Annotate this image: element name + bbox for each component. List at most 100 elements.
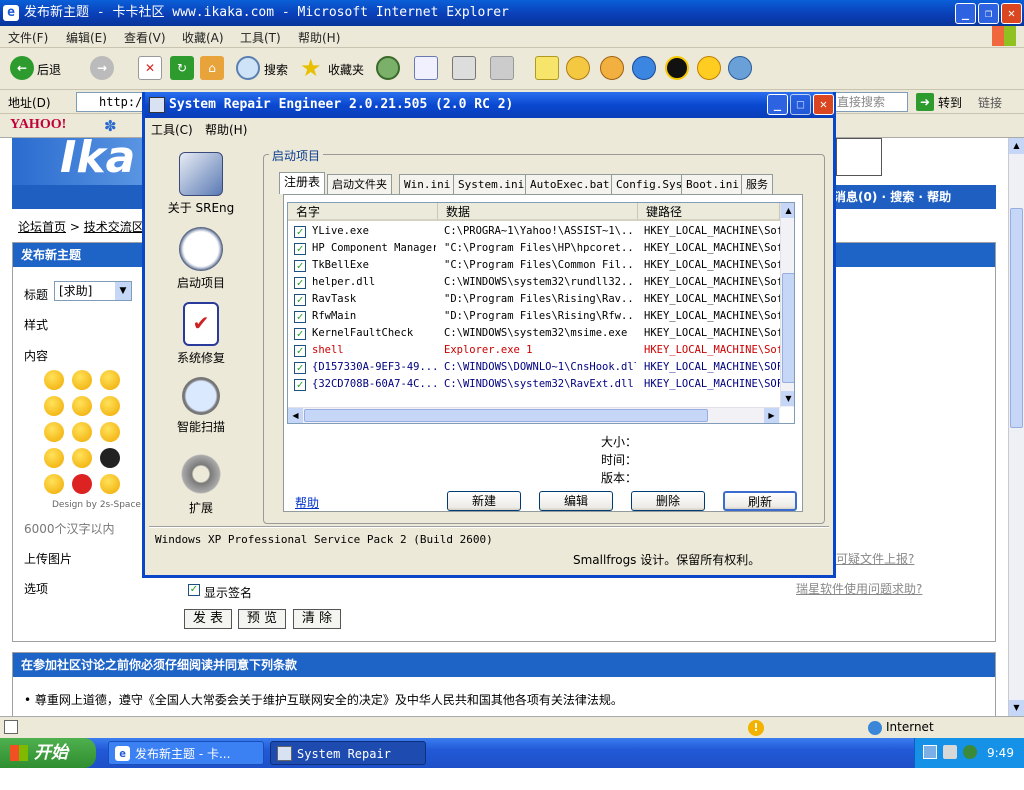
list-row[interactable]: ✓ shell Explorer.exe 1 HKEY_LOCAL_MACHINE\S… xyxy=(288,342,780,359)
row-checkbox[interactable]: ✓ xyxy=(294,243,306,255)
menu-file[interactable]: 文件(F) xyxy=(8,29,48,46)
penguin-icon[interactable] xyxy=(665,56,689,80)
smiley-icon[interactable] xyxy=(100,370,120,390)
tab-win-ini[interactable]: Win.ini xyxy=(399,174,456,194)
smiley-icon[interactable] xyxy=(44,474,64,494)
row-checkbox[interactable]: ✓ xyxy=(294,328,306,340)
address-input[interactable]: http:// xyxy=(76,92,150,112)
clock[interactable]: 9:49 xyxy=(987,738,1014,768)
search-icon[interactable] xyxy=(236,56,260,80)
minimize-icon[interactable]: _ xyxy=(955,3,976,24)
back-label[interactable]: 后退 xyxy=(37,61,61,78)
smiley-icon[interactable] xyxy=(100,474,120,494)
ie-title-bar[interactable]: e 发布新主题 - 卡卡社区 www.ikaka.com - Microsoft… xyxy=(0,0,1024,26)
smiley-icon[interactable] xyxy=(697,56,721,80)
list-hscroll-thumb[interactable] xyxy=(304,409,708,422)
smiley-icon[interactable] xyxy=(72,422,92,442)
smiley-icon[interactable] xyxy=(100,396,120,416)
sre-minimize-icon[interactable]: _ xyxy=(767,94,788,115)
snowflake-icon[interactable]: ✽ xyxy=(104,117,117,135)
site-nav-links[interactable]: 消息(0) · 搜索 · 帮助 xyxy=(834,185,951,209)
sidebar-item-about[interactable]: 关于 SREng xyxy=(165,152,237,216)
list-row[interactable]: ✓ {D157330A-9EF3-49... C:\WINDOWS\DOWNLO~1… xyxy=(288,359,780,376)
chevron-down-icon[interactable]: ▼ xyxy=(115,282,131,300)
row-checkbox[interactable]: ✓ xyxy=(294,379,306,391)
taskbar-ie-task[interactable]: e 发布新主题 - 卡... xyxy=(108,741,264,765)
row-checkbox[interactable]: ✓ xyxy=(294,260,306,272)
smiley-icon[interactable] xyxy=(44,422,64,442)
back-arrow-icon[interactable]: ← xyxy=(10,56,34,80)
home-icon[interactable]: ⌂ xyxy=(200,56,224,80)
favorites-star-icon[interactable]: ★ xyxy=(300,56,324,80)
show-signature-label[interactable]: 显示签名 xyxy=(204,584,252,601)
preview-button[interactable]: 预 览 xyxy=(238,609,286,629)
list-row[interactable]: ✓ {32CD708B-60A7-4C... C:\WINDOWS\system32… xyxy=(288,376,780,393)
sidebar-item-startup[interactable]: 启动项目 xyxy=(165,227,237,291)
clear-button[interactable]: 清 除 xyxy=(293,609,341,629)
edit-page-icon[interactable] xyxy=(490,56,514,80)
smiley-icon[interactable] xyxy=(44,370,64,390)
list-hscroll[interactable]: ◀ ▶ xyxy=(288,407,780,423)
favorites-label[interactable]: 收藏夹 xyxy=(328,61,364,78)
row-checkbox[interactable]: ✓ xyxy=(294,294,306,306)
tab-system-ini[interactable]: System.ini xyxy=(453,174,530,194)
menu-tools[interactable]: 工具(T) xyxy=(240,29,281,46)
go-arrow-icon[interactable]: ➜ xyxy=(916,93,934,111)
sre-close-icon[interactable]: ✕ xyxy=(813,94,834,115)
breadcrumb-tech[interactable]: 技术交流区 xyxy=(84,220,144,234)
restore-icon[interactable]: ❐ xyxy=(978,3,999,24)
smiley-icon[interactable] xyxy=(44,448,64,468)
list-row[interactable]: ✓ TkBellExe "C:\Program Files\Common Fil..… xyxy=(288,257,780,274)
smiley-icon[interactable] xyxy=(72,448,92,468)
row-checkbox[interactable]: ✓ xyxy=(294,277,306,289)
tab-boot-ini[interactable]: Boot.ini xyxy=(681,174,744,194)
tab-autoexec[interactable]: AutoExec.bat xyxy=(525,174,615,194)
scroll-down-icon[interactable]: ▼ xyxy=(1009,700,1024,716)
row-checkbox[interactable]: ✓ xyxy=(294,311,306,323)
list-row[interactable]: ✓ RfwMain "D:\Program Files\Rising\Rfw... H… xyxy=(288,308,780,325)
list-row[interactable]: ✓ RavTask "D:\Program Files\Rising\Rav... H… xyxy=(288,291,780,308)
yahoo-logo[interactable]: YAHOO! xyxy=(10,117,66,133)
list-scroll-thumb[interactable] xyxy=(782,273,794,383)
help-link[interactable]: 瑞星软件使用问题求助? xyxy=(796,580,922,597)
search-label[interactable]: 搜索 xyxy=(264,61,288,78)
delete-button[interactable]: 删除 xyxy=(631,491,705,511)
list-scroll-left-icon[interactable]: ◀ xyxy=(288,408,303,423)
sidebar-item-scan[interactable]: 智能扫描 xyxy=(165,377,237,435)
print-icon[interactable] xyxy=(452,56,476,80)
breadcrumb-home[interactable]: 论坛首页 xyxy=(18,220,66,234)
links-label[interactable]: 链接 xyxy=(978,94,1002,111)
go-label[interactable]: 转到 xyxy=(938,94,962,111)
buddies-icon[interactable] xyxy=(728,56,752,80)
taskbar-sre-task[interactable]: System Repair En... xyxy=(270,741,426,785)
page-scrollbar[interactable]: ▲ ▼ xyxy=(1008,138,1024,716)
smiley-icon[interactable] xyxy=(44,396,64,416)
smiley-icon[interactable] xyxy=(100,448,120,468)
tab-config-sys[interactable]: Config.Sys xyxy=(611,174,688,194)
tab-registry[interactable]: 注册表 xyxy=(279,172,326,194)
bell-icon[interactable] xyxy=(600,56,624,80)
list-scroll-down-icon[interactable]: ▼ xyxy=(781,391,794,406)
menu-help[interactable]: 帮助(H) xyxy=(298,29,340,46)
sre-help-link[interactable]: 帮助 xyxy=(295,494,319,511)
row-checkbox[interactable]: ✓ xyxy=(294,362,306,374)
refresh-button[interactable]: 刷新 xyxy=(723,491,797,511)
list-scroll-up-icon[interactable]: ▲ xyxy=(781,203,794,218)
messenger-icon[interactable] xyxy=(566,56,590,80)
refresh-icon[interactable]: ↻ xyxy=(170,56,194,80)
list-row[interactable]: ✓ helper.dll C:\WINDOWS\system32\rundll32.… xyxy=(288,274,780,291)
note-icon[interactable] xyxy=(535,56,559,80)
submit-button[interactable]: 发 表 xyxy=(184,609,232,629)
search-box[interactable]: 直接搜索 xyxy=(830,92,908,112)
menu-edit[interactable]: 编辑(E) xyxy=(66,29,107,46)
column-header-key[interactable]: 键路径 xyxy=(638,203,780,221)
menu-favorites[interactable]: 收藏(A) xyxy=(182,29,224,46)
tab-services[interactable]: 服务 xyxy=(741,174,773,194)
edit-button[interactable]: 编辑 xyxy=(539,491,613,511)
column-header-data[interactable]: 数据 xyxy=(438,203,638,221)
sre-menu-help[interactable]: 帮助(H) xyxy=(205,121,247,138)
column-header-name[interactable]: 名字 xyxy=(288,203,438,221)
antivirus-icon[interactable] xyxy=(963,745,977,759)
close-icon[interactable]: ✕ xyxy=(1001,3,1022,24)
list-row[interactable]: ✓ YLive.exe C:\PROGRA~1\Yahoo!\ASSIST~1\..… xyxy=(288,223,780,240)
